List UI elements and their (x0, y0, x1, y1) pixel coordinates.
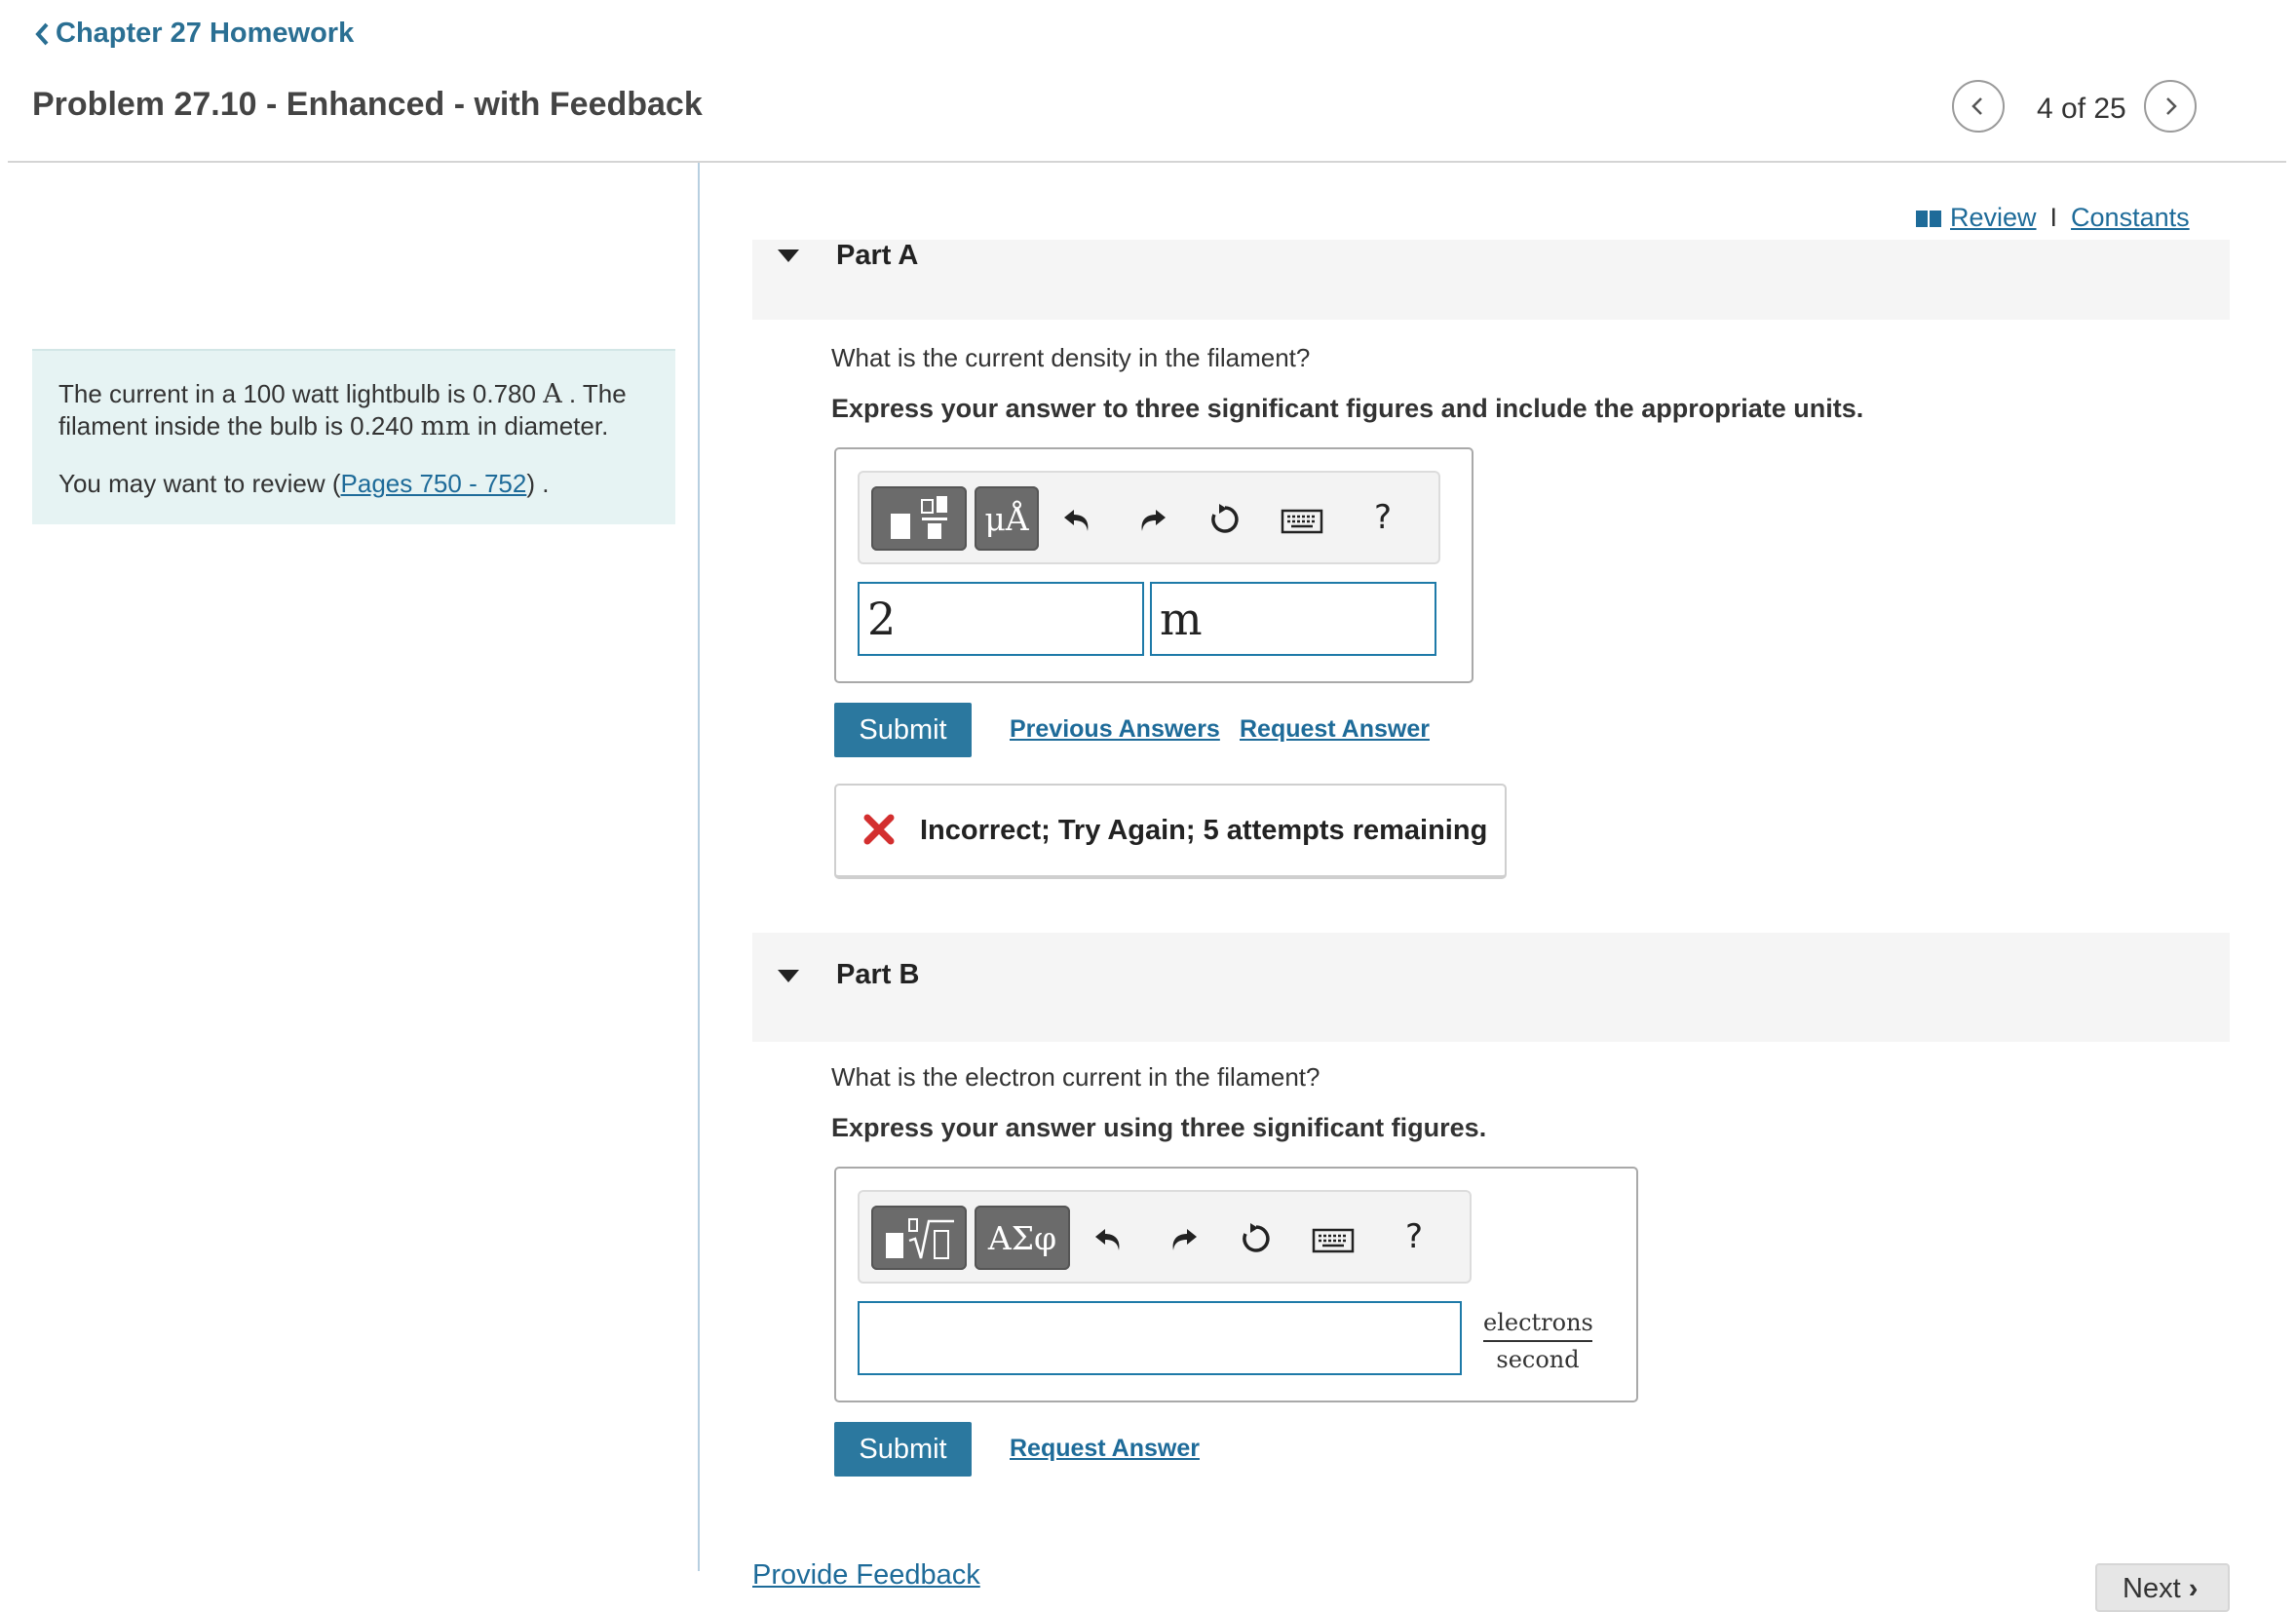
next-label: Next (2123, 1573, 2181, 1604)
feedback-message: Incorrect; Try Again; 5 attempts remaini… (920, 815, 1488, 846)
header-divider (8, 161, 2286, 163)
part-b-title: Part B (836, 959, 920, 990)
part-a-units-input[interactable]: m (1150, 582, 1436, 656)
part-a-header[interactable]: Part A (752, 240, 2230, 320)
units-numerator: electrons (1483, 1309, 1593, 1342)
redo-icon[interactable] (1164, 1219, 1203, 1258)
redo-icon[interactable] (1132, 500, 1171, 539)
chevron-right-icon (2166, 97, 2177, 115)
part-a-answer-box: μÅ ? 2 m (834, 447, 1473, 683)
problem-counter: 4 of 25 (2037, 93, 2126, 125)
reset-icon[interactable] (1237, 1219, 1276, 1258)
pages-link[interactable]: Pages 750 - 752 (341, 469, 527, 498)
problem-intro: The current in a 100 watt lightbulb is 0… (32, 349, 675, 524)
collapse-triangle-icon (778, 970, 799, 982)
part-b-instruction: Express your answer using three signific… (831, 1113, 1487, 1142)
part-b-submit-button[interactable]: Submit (834, 1422, 972, 1477)
keyboard-icon[interactable] (1281, 502, 1323, 541)
symbols-button[interactable]: μÅ (975, 486, 1039, 551)
chapter-back-label: Chapter 27 Homework (56, 18, 355, 49)
help-button[interactable]: ? (1368, 496, 1397, 539)
next-problem-button[interactable] (2144, 80, 2197, 133)
templates-button[interactable] (871, 1206, 967, 1270)
part-a-submit-button[interactable]: Submit (834, 703, 972, 757)
part-a-toolbar: μÅ ? (858, 471, 1440, 564)
book-icon (1916, 210, 1941, 227)
part-a-value-input[interactable]: 2 (858, 582, 1144, 656)
help-button[interactable]: ? (1399, 1215, 1429, 1258)
part-b-question: What is the electron current in the fila… (831, 1062, 1320, 1092)
chevron-left-icon (1971, 97, 1982, 115)
undo-icon[interactable] (1058, 500, 1097, 539)
part-a-title: Part A (836, 240, 919, 271)
reset-icon[interactable] (1205, 500, 1244, 539)
keyboard-icon[interactable] (1312, 1221, 1355, 1260)
previous-answers-link[interactable]: Previous Answers (1010, 715, 1220, 744)
chevron-left-icon (35, 22, 49, 45)
part-b-units: electrons second (1483, 1309, 1593, 1373)
part-b-request-answer-link[interactable]: Request Answer (1010, 1435, 1200, 1463)
greek-symbols-button[interactable]: ΑΣφ (975, 1206, 1070, 1270)
review-pages-note: You may want to review (Pages 750 - 752)… (58, 469, 550, 498)
templates-button[interactable] (871, 486, 967, 551)
chevron-right-icon: › (2188, 1573, 2199, 1604)
part-b-value-input[interactable] (858, 1301, 1462, 1375)
chapter-back-link[interactable]: Chapter 27 Homework (32, 18, 354, 50)
problem-statement: The current in a 100 watt lightbulb is 0… (58, 379, 627, 441)
part-a-feedback: Incorrect; Try Again; 5 attempts remaini… (834, 784, 1507, 879)
templates-icon (891, 496, 947, 539)
problem-title: Problem 27.10 - Enhanced - with Feedback (32, 86, 703, 123)
part-b-header[interactable]: Part B (752, 933, 2230, 1042)
part-a-question: What is the current density in the filam… (831, 343, 1311, 372)
units-denominator: second (1496, 1346, 1580, 1373)
column-divider (698, 163, 700, 1571)
part-b-toolbar: ΑΣφ ? (858, 1190, 1472, 1284)
review-link[interactable]: Review (1950, 203, 2037, 233)
undo-icon[interactable] (1090, 1219, 1129, 1258)
part-a-request-answer-link[interactable]: Request Answer (1240, 715, 1430, 744)
constants-link[interactable]: Constants (2071, 203, 2190, 233)
previous-problem-button[interactable] (1952, 80, 2005, 133)
incorrect-x-icon (863, 814, 895, 845)
part-a-instruction: Express your answer to three significant… (831, 394, 1864, 423)
provide-feedback-link[interactable]: Provide Feedback (752, 1559, 980, 1592)
resource-links: Review I Constants (1915, 203, 2190, 233)
links-separator: I (2049, 203, 2058, 232)
sqrt-template-icon (886, 1218, 954, 1259)
collapse-triangle-icon (778, 249, 799, 262)
